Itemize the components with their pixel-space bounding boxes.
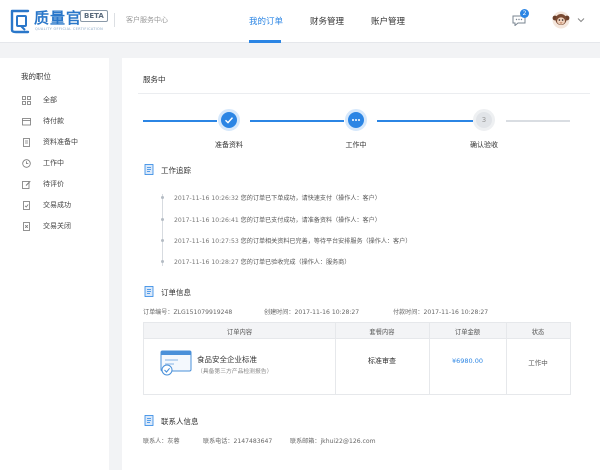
sidebar-title: 我的职位 — [21, 72, 51, 81]
progress-line — [377, 120, 473, 122]
contact-phone: 联系电话：2147483647 — [203, 438, 273, 445]
sidebar-item-label: 待付款 — [43, 117, 64, 125]
step-1-circle — [218, 109, 240, 131]
timeline-entry: 2017-11-16 10:28:27 您的订单已验收完成（操作人：服务商） — [174, 259, 351, 266]
step-2-label: 工作中 — [345, 141, 367, 149]
sidebar-item-all[interactable]: 全部 — [22, 93, 108, 107]
product-certificate-icon — [160, 350, 192, 376]
document-icon — [23, 137, 30, 147]
nav-account[interactable]: 账户管理 — [371, 15, 405, 27]
checkmark-icon — [225, 117, 234, 124]
sidebar-item-label: 交易成功 — [43, 201, 71, 209]
nav-finance[interactable]: 财务管理 — [310, 15, 344, 27]
amount-cell: ¥6980.00 — [451, 357, 483, 365]
sidebar-item-label: 工作中 — [43, 159, 64, 167]
step-1-label: 准备资料 — [215, 141, 243, 149]
contact-document-icon — [144, 415, 154, 426]
sidebar-item-label: 待评价 — [43, 180, 64, 188]
tracking-title: 工作追踪 — [161, 166, 191, 175]
timeline-dot — [161, 239, 164, 242]
message-count-badge: 2 — [520, 9, 529, 18]
logo-icon — [10, 9, 30, 34]
header-divider — [114, 13, 115, 27]
step-3-circle: 3 — [473, 109, 495, 131]
timeline-dot — [161, 218, 164, 221]
order-paid-time: 付款时间：2017-11-16 10:28:27 — [393, 309, 489, 316]
order-table: 订单内容 套餐内容 订单金额 状态 食品安全企业标准 （具备第三方产品检测报告）… — [143, 322, 571, 395]
sidebar-item-label: 资料准备中 — [43, 138, 78, 146]
column-header-package: 套餐内容 — [369, 329, 395, 336]
clock-icon — [22, 158, 31, 168]
order-created-time: 创建时间：2017-11-16 10:28:27 — [264, 309, 360, 316]
step-3-label: 确认验收 — [470, 141, 498, 149]
contact-email: 联系邮箱：jkhui22@126.com — [290, 438, 376, 445]
timeline-entry: 2017-11-16 10:26:32 您的订单已下单成功，请快速支付（操作人：… — [174, 195, 381, 202]
divider — [138, 93, 590, 94]
chevron-down-icon[interactable] — [577, 17, 585, 23]
grid-icon — [22, 95, 31, 105]
step-2-circle — [345, 109, 367, 131]
sidebar-item-label: 交易关闭 — [43, 222, 71, 230]
avatar[interactable] — [552, 11, 570, 29]
contact-info-title: 联系人信息 — [161, 417, 199, 426]
closed-document-icon — [23, 221, 30, 231]
order-document-icon — [144, 286, 154, 297]
column-header-content: 订单内容 — [226, 329, 253, 336]
brand-subtitle: QUALITY OFFICIAL CERTIFICATION — [35, 27, 103, 31]
sidebar-item-to-review[interactable]: 待评价 — [22, 177, 108, 191]
order-number: 订单编号：ZLG151079919248 — [143, 309, 233, 316]
sidebar-item-success[interactable]: 交易成功 — [22, 198, 108, 212]
sidebar-item-label: 全部 — [43, 96, 57, 104]
tracking-document-icon — [144, 164, 154, 175]
sidebar-item-working[interactable]: 工作中 — [22, 156, 108, 170]
timeline-line — [162, 194, 163, 266]
sidebar-item-pending-payment[interactable]: 待付款 — [22, 114, 108, 128]
brand-name: 质量官 — [34, 9, 83, 27]
timeline-entry: 2017-11-16 10:26:41 您的订单已支付成功，请准备资料（操作人：… — [174, 217, 381, 224]
top-header: 质量官 QUALITY OFFICIAL CERTIFICATION BETA … — [0, 0, 600, 43]
progress-line — [250, 120, 344, 122]
contact-name: 联系人：灰蓉 — [143, 438, 180, 445]
column-header-amount: 订单金额 — [454, 329, 481, 336]
wallet-icon — [22, 117, 31, 125]
timeline-dot — [161, 260, 164, 263]
order-detail-panel: 服务中 3 准备资料 工作中 确认验收 工作追踪 2017-11-16 10:2… — [122, 58, 600, 470]
service-center-label: 客户服务中心 — [126, 16, 168, 24]
order-info-title: 订单信息 — [161, 288, 191, 297]
edit-icon — [22, 180, 31, 189]
sidebar: 我的职位 全部 待付款 资料准备中 工作中 待评价 交易成功 交易关闭 — [0, 58, 109, 470]
progress-line-pending — [506, 120, 570, 122]
product-name: 食品安全企业标准 — [197, 355, 257, 364]
sidebar-item-closed[interactable]: 交易关闭 — [22, 219, 108, 233]
package-cell: 标准审查 — [368, 357, 396, 365]
product-description: （具备第三方产品检测报告） — [197, 369, 273, 375]
status-cell: 工作中 — [528, 359, 548, 367]
beta-badge: BETA — [80, 10, 108, 22]
timeline-entry: 2017-11-16 10:27:53 您的订单相关资料已完善，等待平台安排服务… — [174, 238, 412, 245]
nav-active-indicator — [249, 40, 281, 43]
progress-line — [143, 120, 217, 122]
nav-my-orders[interactable]: 我的订单 — [249, 15, 283, 27]
column-header-status: 状态 — [531, 329, 545, 336]
check-document-icon — [23, 200, 30, 210]
ellipsis-icon — [352, 119, 360, 121]
sidebar-item-preparing[interactable]: 资料准备中 — [22, 135, 108, 149]
timeline-dot — [161, 196, 164, 199]
order-status-title: 服务中 — [143, 75, 166, 84]
